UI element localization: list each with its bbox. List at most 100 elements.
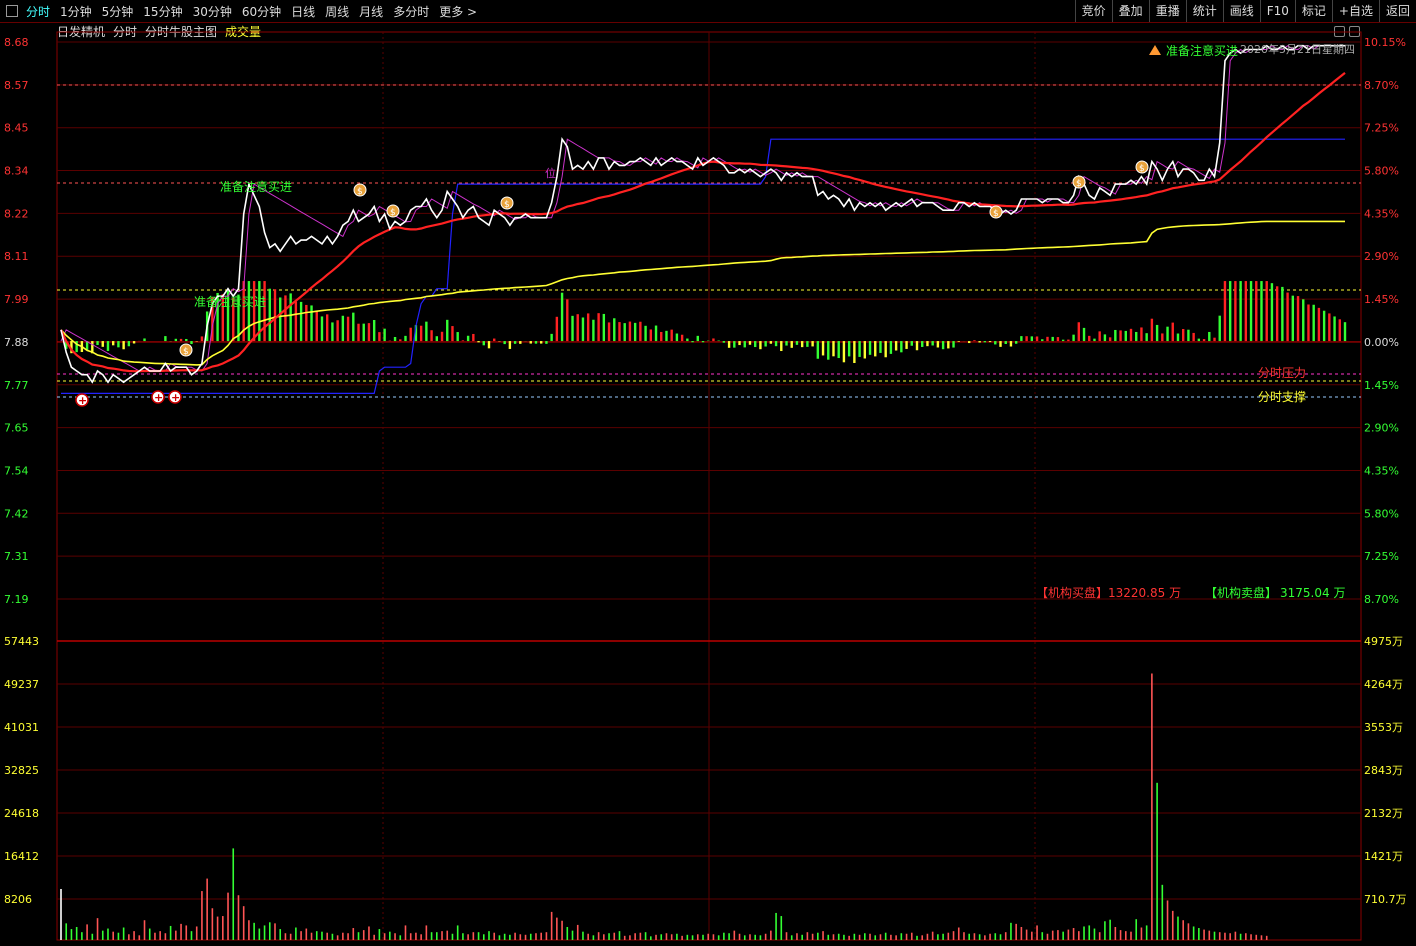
volume-bar — [357, 932, 360, 940]
tab-6[interactable]: 日线 — [291, 3, 315, 20]
volume-bar — [817, 932, 819, 940]
volume-bar — [864, 933, 866, 940]
macd-bar — [325, 314, 329, 342]
macd-bar — [299, 301, 303, 342]
money-bag-glyph: $ — [1076, 179, 1082, 189]
volume-bar — [232, 848, 235, 940]
panel-toggle-icon[interactable] — [6, 5, 18, 17]
tab-8[interactable]: 月线 — [359, 3, 383, 20]
volume-bar — [634, 933, 636, 940]
volume-bar — [117, 932, 120, 940]
macd-bar — [894, 341, 898, 351]
macd-bar — [1244, 281, 1248, 342]
volume-bar — [1130, 931, 1132, 940]
macd-bar — [263, 281, 266, 342]
toolbar-button-2[interactable]: 重播 — [1148, 0, 1186, 22]
macd-bar — [430, 330, 433, 342]
macd-bar — [451, 326, 454, 342]
volume-bar — [180, 923, 182, 940]
volume-bar — [952, 931, 955, 940]
restore-icon[interactable] — [1349, 26, 1360, 37]
macd-bar — [237, 294, 240, 342]
volume-bar — [822, 931, 824, 940]
toolbar-button-3[interactable]: 统计 — [1185, 0, 1223, 22]
macd-bar — [691, 341, 694, 343]
macd-bar — [279, 297, 282, 342]
macd-bar — [1343, 322, 1347, 342]
volume-bar — [759, 935, 762, 940]
macd-bar — [414, 325, 418, 342]
toolbar-button-1[interactable]: 叠加 — [1111, 0, 1149, 22]
tab-5[interactable]: 60分钟 — [242, 3, 281, 20]
macd-bar — [289, 293, 292, 342]
toolbar-button-8[interactable]: 返回 — [1378, 0, 1416, 22]
tab-9[interactable]: 多分时 — [393, 3, 429, 20]
expand-icon[interactable] — [1334, 26, 1345, 37]
volume-bar — [86, 924, 88, 940]
macd-bar — [686, 338, 689, 342]
macd-bar — [753, 341, 757, 348]
volume-bar — [248, 920, 250, 940]
macd-bar — [1202, 339, 1206, 342]
macd-bar — [550, 333, 553, 342]
tab-2[interactable]: 5分钟 — [102, 3, 134, 20]
volume-bar — [582, 931, 584, 940]
volume-bar — [702, 934, 704, 940]
volume-bar — [1151, 673, 1153, 940]
volume-right-tick-label: 2843万 — [1364, 764, 1403, 777]
macd-bar — [367, 323, 371, 342]
toolbar-button-7[interactable]: +自选 — [1331, 0, 1379, 22]
volume-bar — [529, 933, 532, 940]
macd-bar — [1004, 341, 1007, 345]
tab-0[interactable]: 分时 — [26, 3, 50, 20]
volume-bar — [409, 933, 412, 940]
volume-tick-label: 8206 — [4, 893, 32, 906]
pct-tick-label: 5.80% — [1364, 165, 1399, 178]
toolbar-button-5[interactable]: F10 — [1259, 0, 1295, 22]
volume-bar — [738, 933, 741, 940]
macd-bar — [1150, 318, 1154, 342]
money-bag-icon — [179, 343, 193, 357]
macd-bar — [1166, 326, 1169, 342]
indicator-name[interactable]: 分时牛股主图 — [145, 23, 217, 40]
macd-bar — [425, 321, 428, 342]
macd-bar — [399, 339, 402, 342]
volume-bar — [937, 934, 939, 940]
volume-bar — [1114, 926, 1117, 940]
tab-4[interactable]: 30分钟 — [193, 3, 232, 20]
macd-bar — [242, 281, 245, 342]
tab-3[interactable]: 15分钟 — [143, 3, 182, 20]
macd-bar — [1249, 281, 1253, 342]
tab-1[interactable]: 1分钟 — [60, 3, 92, 20]
volume-bar — [790, 935, 793, 940]
volume-bar — [670, 934, 673, 940]
volume-bar — [498, 935, 501, 940]
tab-7[interactable]: 周线 — [325, 3, 349, 20]
volume-bar — [159, 931, 161, 940]
volume-bar — [984, 935, 986, 940]
volume-bar — [608, 933, 610, 940]
blue-line — [61, 138, 1345, 394]
volume-bar — [963, 932, 965, 940]
macd-bar — [712, 338, 715, 342]
volume-bar — [869, 933, 871, 940]
tab-10[interactable]: 更多 > — [439, 3, 477, 20]
chart-frame — [56, 31, 1362, 941]
toolbar-button-4[interactable]: 画线 — [1222, 0, 1260, 22]
toolbar-button-0[interactable]: 竞价 — [1074, 0, 1112, 22]
macd-bar — [701, 341, 705, 343]
pct-tick-label: 4.35% — [1364, 207, 1399, 220]
macd-bar — [70, 341, 73, 354]
macd-bar — [680, 334, 684, 342]
volume-bar — [164, 933, 167, 940]
toolbar-button-6[interactable]: 标记 — [1294, 0, 1332, 22]
macd-bar — [1181, 329, 1185, 342]
volume-right-tick-label: 4975万 — [1364, 635, 1403, 648]
macd-bar — [967, 341, 971, 344]
macd-bar — [696, 335, 699, 342]
macd-bar — [1275, 286, 1279, 342]
macd-bar — [957, 341, 960, 342]
average-price-line — [60, 220, 1345, 366]
volume-bar — [268, 922, 271, 940]
money-bag-icon — [386, 204, 400, 218]
